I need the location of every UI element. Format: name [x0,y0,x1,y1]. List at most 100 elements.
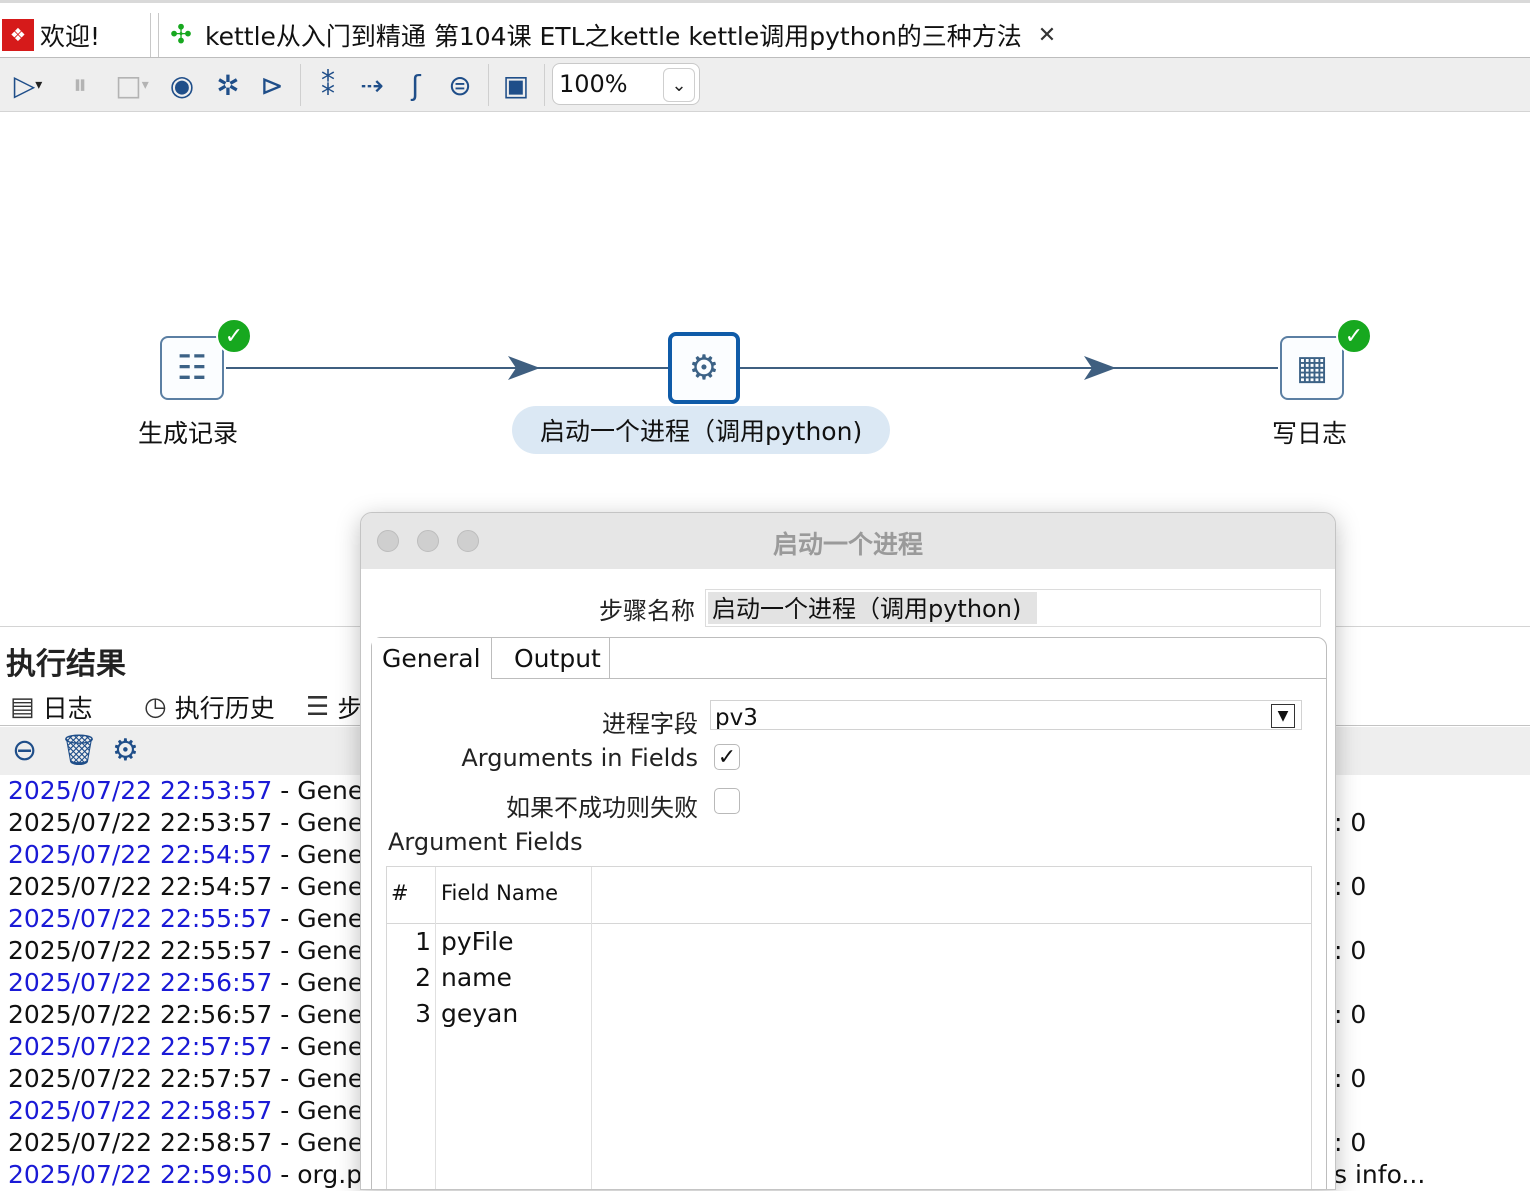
log-line: 2025/07/22 22:59:50 - org.p [8,1159,374,1191]
log-message: - Gener [272,776,374,805]
preview-button[interactable]: ◉ [164,68,200,102]
dialog-body: 步骤名称 启动一个进程（调用python) General Output 进程字… [361,569,1335,1189]
tab-history[interactable]: ◷ 执行历史 [144,689,275,725]
clear-log-icon[interactable]: ⊖ [12,733,37,768]
log-timestamp: 2025/07/22 22:57:57 [8,1032,273,1061]
field-name-cell[interactable]: pyFile [441,927,514,956]
dialog-tab-folder: General Output 进程字段 pv3 ▼ Arguments in F… [371,637,1327,1189]
tab-output[interactable]: Output [506,638,610,678]
dropdown-arrow-icon: ▾ [35,77,43,93]
step-name-value: 启动一个进程（调用python) [708,592,1038,624]
log-timestamp: 2025/07/22 22:53:57 [8,808,273,837]
pause-icon: ⏸ [72,68,87,101]
grid-header: # Field Name [387,867,1311,924]
argument-fields-grid[interactable]: # Field Name 1 pyFile 2 name 3 geyan [386,866,1312,1189]
log-line: 2025/07/22 22:56:57 - Gener [8,999,374,1031]
step-generate-rows[interactable]: ☷ [160,336,224,400]
row-number: 2 [415,963,431,992]
log-message: - Gener [272,1000,374,1029]
log-line: 2025/07/22 22:53:57 - Gener [8,775,374,807]
step-execute-process[interactable]: ⚙ [668,332,740,404]
log-line: 2025/07/22 22:57:57 - Gener [8,1031,374,1063]
tab-history-label: 执行历史 [174,694,275,723]
settings-gear-icon[interactable]: ⚙ [112,733,139,768]
tab-welcome[interactable]: ❖ 欢迎! [0,13,151,57]
replay-button[interactable]: ⊳ [254,68,290,102]
gears-run-icon: ⚙ [688,348,720,388]
verify-button[interactable]: ⁑ [310,68,346,102]
tab-general[interactable]: General [372,638,492,679]
log-message: - Gener [272,904,374,933]
grid-row[interactable]: 3 geyan [387,999,1311,1035]
log-right-fragment [1334,1095,1425,1127]
explore-db-icon: ⊜ [448,68,472,102]
debug-button[interactable]: ✲ [210,68,246,102]
dialog-tab-row: General Output [372,638,1326,679]
dropdown-arrow-icon[interactable]: ▼ [1271,704,1295,728]
grid-row[interactable]: 2 name [387,963,1311,999]
step-name-field[interactable]: 启动一个进程（调用python) [705,589,1321,627]
grid-header-field-name[interactable]: Field Name [441,881,558,905]
run-button[interactable]: ▷ ▾ [2,68,54,102]
process-field-label: 进程字段 [602,710,698,738]
process-field-select[interactable]: pv3 ▼ [710,700,1302,730]
dialog-titlebar[interactable]: 启动一个进程 [361,513,1335,570]
log-line: 2025/07/22 22:56:57 - Gener [8,967,374,999]
explore-db-button[interactable]: ⊜ [442,68,478,102]
step-label-write-log: 写日志 [1272,419,1348,448]
pentaho-logo-icon: ❖ [2,19,34,51]
tab-log[interactable]: ▤ 日志 [10,689,93,725]
process-field-value: pv3 [715,705,758,730]
dialog-title: 启动一个进程 [772,530,923,559]
grid-row[interactable]: 1 pyFile [387,927,1311,963]
tab-step-metrics[interactable]: ☰ 步 [306,689,362,725]
sql-button[interactable]: ʃ [398,68,434,102]
zoom-select[interactable]: 100% ⌄ [552,63,700,105]
close-tab-icon[interactable]: ✕ [1038,23,1056,48]
log-right-fragment [1334,903,1425,935]
field-name-cell[interactable]: name [441,963,512,992]
log-line: 2025/07/22 22:58:57 - Gener [8,1095,374,1127]
log-message: - Gener [272,1064,374,1093]
chevron-down-icon[interactable]: ⌄ [663,68,695,102]
row-number: 1 [415,927,431,956]
stop-icon: □ [115,68,142,102]
step-write-log[interactable]: ▦ [1280,336,1344,400]
log-document-icon: ▤ [10,692,35,722]
transformation-toolbar: ▷ ▾ ⏸ □ ▾ ◉ ✲ ⊳ ⁑ ⇢ ʃ ⊜ ▣ 100% ⌄ [0,58,1530,112]
sql-script-icon: ʃ [411,68,421,102]
log-right-column: : 0: 0: 0: 0: 0: 0 s info... [1334,775,1425,1191]
log-right-fragment: : 0 [1334,1000,1367,1029]
log-message: - Gener [272,968,374,997]
log-message: - org.p [272,1160,363,1189]
pause-button[interactable]: ⏸ [64,68,96,102]
log-line: 2025/07/22 22:57:57 - Gener [8,1063,374,1095]
execute-process-dialog: 启动一个进程 步骤名称 启动一个进程（调用python) General Out… [360,512,1336,1190]
log-timestamp: 2025/07/22 22:55:57 [8,936,273,965]
log-message: - Gener [272,1096,374,1125]
log-timestamp: 2025/07/22 22:53:57 [8,776,273,805]
tab-transformation[interactable]: ✣ kettle从入门到精通 第104课 ETL之kettle kettle调用… [158,13,1077,57]
log-message: - Gener [272,872,374,901]
results-title: 执行结果 [6,647,126,682]
log-text-area[interactable]: 2025/07/22 22:53:57 - Gener 2025/07/22 22… [8,775,374,1191]
trash-icon[interactable]: 🗑 [60,733,98,768]
impact-icon: ⇢ [360,68,384,102]
log-timestamp: 2025/07/22 22:58:57 [8,1128,273,1157]
impact-button[interactable]: ⇢ [354,68,390,102]
args-in-fields-checkbox[interactable]: ✓ [714,744,740,770]
log-right-fragment [1334,1031,1425,1063]
show-results-button[interactable]: ▣ [498,68,534,102]
stop-button[interactable]: □ ▾ [108,68,156,102]
fail-if-not-success-checkbox[interactable] [714,788,740,814]
dropdown-arrow-icon: ▾ [141,77,149,93]
log-line: 2025/07/22 22:54:57 - Gener [8,871,374,903]
transformation-icon: ✣ [170,20,192,50]
field-name-cell[interactable]: geyan [441,999,518,1028]
verify-icon: ⁑ [321,68,335,102]
log-right-fragment: : 0 [1334,872,1367,901]
log-line: 2025/07/22 22:54:57 - Gener [8,839,374,871]
clock-icon: ◷ [144,692,167,722]
log-right-fragment [1334,967,1425,999]
log-timestamp: 2025/07/22 22:58:57 [8,1096,273,1125]
